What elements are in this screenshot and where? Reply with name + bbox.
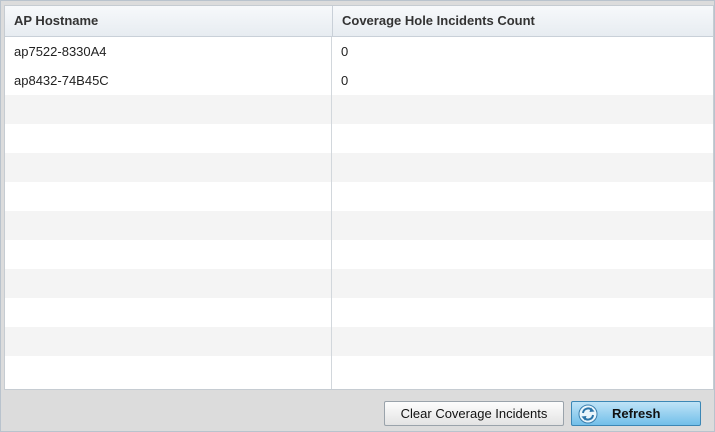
empty-row bbox=[5, 153, 713, 182]
column-divider bbox=[331, 37, 332, 389]
empty-row bbox=[5, 298, 713, 327]
cell-ap-hostname: ap7522-8330A4 bbox=[14, 44, 107, 59]
table-row[interactable]: ap7522-8330A4 0 bbox=[5, 37, 713, 66]
coverage-hole-panel: AP Hostname Coverage Hole Incidents Coun… bbox=[0, 0, 715, 432]
clear-button-label: Clear Coverage Incidents bbox=[400, 406, 548, 421]
empty-row bbox=[5, 356, 713, 385]
cell-incidents-count: 0 bbox=[341, 44, 349, 59]
refresh-icon bbox=[578, 404, 598, 424]
cell-incidents-count: 0 bbox=[341, 73, 349, 88]
empty-row bbox=[5, 182, 713, 211]
empty-row bbox=[5, 95, 713, 124]
column-header-ap-hostname[interactable]: AP Hostname bbox=[5, 6, 332, 36]
empty-row bbox=[5, 211, 713, 240]
empty-row bbox=[5, 269, 713, 298]
table-body: ap7522-8330A4 0 ap8432-74B45C 0 bbox=[5, 37, 713, 389]
cell-ap-hostname: ap8432-74B45C bbox=[14, 73, 109, 88]
coverage-hole-table: AP Hostname Coverage Hole Incidents Coun… bbox=[4, 5, 714, 390]
refresh-button[interactable]: Refresh bbox=[571, 401, 701, 426]
empty-row bbox=[5, 240, 713, 269]
empty-row bbox=[5, 327, 713, 356]
table-row[interactable]: ap8432-74B45C 0 bbox=[5, 66, 713, 95]
clear-coverage-incidents-button[interactable]: Clear Coverage Incidents bbox=[384, 401, 564, 426]
table-header: AP Hostname Coverage Hole Incidents Coun… bbox=[5, 6, 713, 37]
column-header-incidents-count[interactable]: Coverage Hole Incidents Count bbox=[332, 6, 713, 36]
button-bar: Clear Coverage Incidents Refresh bbox=[4, 393, 712, 429]
empty-row bbox=[5, 124, 713, 153]
refresh-button-label: Refresh bbox=[612, 406, 661, 421]
